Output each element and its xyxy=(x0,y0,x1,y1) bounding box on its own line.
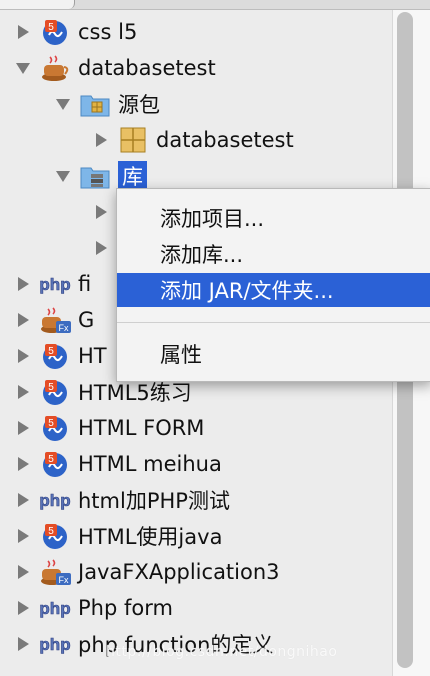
tree-row-label: G xyxy=(78,308,95,332)
active-tab[interactable] xyxy=(0,0,75,9)
expand-arrow-icon[interactable] xyxy=(12,266,34,302)
svg-text:php: php xyxy=(39,491,70,510)
java-project-icon xyxy=(38,53,72,83)
tree-row-g[interactable]: Fx G xyxy=(12,302,94,338)
menu-item-label: 添加项目... xyxy=(160,207,265,231)
tree-row-css-l5[interactable]: 5 css l5 xyxy=(12,14,137,50)
html5-project-icon: 5 xyxy=(38,377,72,407)
svg-text:php: php xyxy=(39,275,70,294)
php-project-icon: php xyxy=(38,269,72,299)
context-menu: 添加项目... 添加库... 添加 JAR/文件夹... 属性 xyxy=(116,188,430,382)
tree-row-library-child-1[interactable] xyxy=(90,194,112,230)
php-project-icon: php xyxy=(38,485,72,515)
html5-project-icon: 5 xyxy=(38,521,72,551)
expand-arrow-icon[interactable] xyxy=(90,194,112,230)
tree-row-php-form[interactable]: php Php form xyxy=(12,590,173,626)
svg-text:5: 5 xyxy=(48,418,54,429)
tree-row-label: 源包 xyxy=(118,93,160,117)
tree-row-fi[interactable]: php fi xyxy=(12,266,91,302)
library-folder-icon xyxy=(78,161,112,191)
svg-text:php: php xyxy=(39,599,70,618)
menu-item-add-project[interactable]: 添加项目... xyxy=(117,201,430,235)
tree-row-html-form[interactable]: 5 HTML FORM xyxy=(12,410,204,446)
tree-row-javafx-application3[interactable]: Fx JavaFXApplication3 xyxy=(12,554,280,590)
tree-row-ht[interactable]: 5 HT xyxy=(12,338,107,374)
tree-row-library-child-2[interactable] xyxy=(90,230,112,266)
svg-text:5: 5 xyxy=(48,526,54,537)
tree-row-label-selected: 库 xyxy=(118,161,147,191)
html5-project-icon: 5 xyxy=(38,449,72,479)
svg-text:Fx: Fx xyxy=(59,323,69,333)
expand-arrow-icon[interactable] xyxy=(12,626,34,662)
expand-arrow-icon[interactable] xyxy=(12,518,34,554)
expand-arrow-icon[interactable] xyxy=(12,410,34,446)
expand-arrow-icon[interactable] xyxy=(12,554,34,590)
tree-row-label: HTML meihua xyxy=(78,452,222,476)
tree-row-label: databasetest xyxy=(78,56,216,80)
collapse-arrow-icon[interactable] xyxy=(52,158,74,194)
expand-arrow-icon[interactable] xyxy=(12,14,34,50)
php-project-icon: php xyxy=(38,629,72,659)
expand-arrow-icon[interactable] xyxy=(12,374,34,410)
project-tree-panel: 5 css l5 databasetest 源包 databasetest 库 … xyxy=(0,0,430,676)
svg-text:5: 5 xyxy=(48,346,54,357)
tree-row-label: HTML使用java xyxy=(78,525,223,549)
expand-arrow-icon[interactable] xyxy=(90,122,112,158)
svg-text:5: 5 xyxy=(48,382,54,393)
tree-row-html-meihua[interactable]: 5 HTML meihua xyxy=(12,446,222,482)
tree-row-label: Php form xyxy=(78,596,173,620)
expand-arrow-icon[interactable] xyxy=(12,590,34,626)
menu-item-add-library[interactable]: 添加库... xyxy=(117,237,430,271)
tree-row-label: JavaFXApplication3 xyxy=(78,560,280,584)
menu-item-label: 添加 JAR/文件夹... xyxy=(160,279,334,303)
collapse-arrow-icon[interactable] xyxy=(12,50,34,86)
svg-text:5: 5 xyxy=(48,454,54,465)
javafx-project-icon: Fx xyxy=(38,305,72,335)
expand-arrow-icon[interactable] xyxy=(12,482,34,518)
svg-text:Fx: Fx xyxy=(59,575,69,585)
collapse-arrow-icon[interactable] xyxy=(52,86,74,122)
expand-arrow-icon[interactable] xyxy=(12,446,34,482)
tree-row-databasetest-project[interactable]: databasetest xyxy=(12,50,216,86)
html5-project-icon: 5 xyxy=(38,341,72,371)
tree-row-label: html加PHP测试 xyxy=(78,489,230,513)
tree-row-label: css l5 xyxy=(78,20,138,44)
tree-row-label: HTML FORM xyxy=(78,416,205,440)
window-tab-bar xyxy=(0,0,430,10)
tree-row-label: fi xyxy=(78,272,92,296)
expand-arrow-icon[interactable] xyxy=(12,338,34,374)
watermark: http://blog.csdn.net/dongnihao xyxy=(106,644,338,660)
tree-row-source-packages[interactable]: 源包 xyxy=(52,86,160,122)
tree-row-label: HT xyxy=(78,344,107,368)
tree-row-databasetest-package[interactable]: databasetest xyxy=(90,122,294,158)
tree-row-label: databasetest xyxy=(156,128,294,152)
source-folder-icon xyxy=(78,89,112,119)
menu-item-properties[interactable]: 属性 xyxy=(117,337,430,371)
html5-project-icon: 5 xyxy=(38,17,72,47)
javafx-project-icon: Fx xyxy=(38,557,72,587)
html5-project-icon: 5 xyxy=(38,413,72,443)
expand-arrow-icon[interactable] xyxy=(90,230,112,266)
svg-text:php: php xyxy=(39,635,70,654)
menu-separator xyxy=(117,322,430,323)
tree-row-html-php-test[interactable]: php html加PHP测试 xyxy=(12,482,230,518)
menu-item-add-jar-folder[interactable]: 添加 JAR/文件夹... xyxy=(117,273,430,307)
package-icon xyxy=(116,125,150,155)
svg-text:5: 5 xyxy=(48,22,54,33)
menu-item-label: 属性 xyxy=(160,343,202,367)
expand-arrow-icon[interactable] xyxy=(12,302,34,338)
php-project-icon: php xyxy=(38,593,72,623)
menu-item-label: 添加库... xyxy=(160,243,244,267)
tree-row-html-java[interactable]: 5 HTML使用java xyxy=(12,518,222,554)
